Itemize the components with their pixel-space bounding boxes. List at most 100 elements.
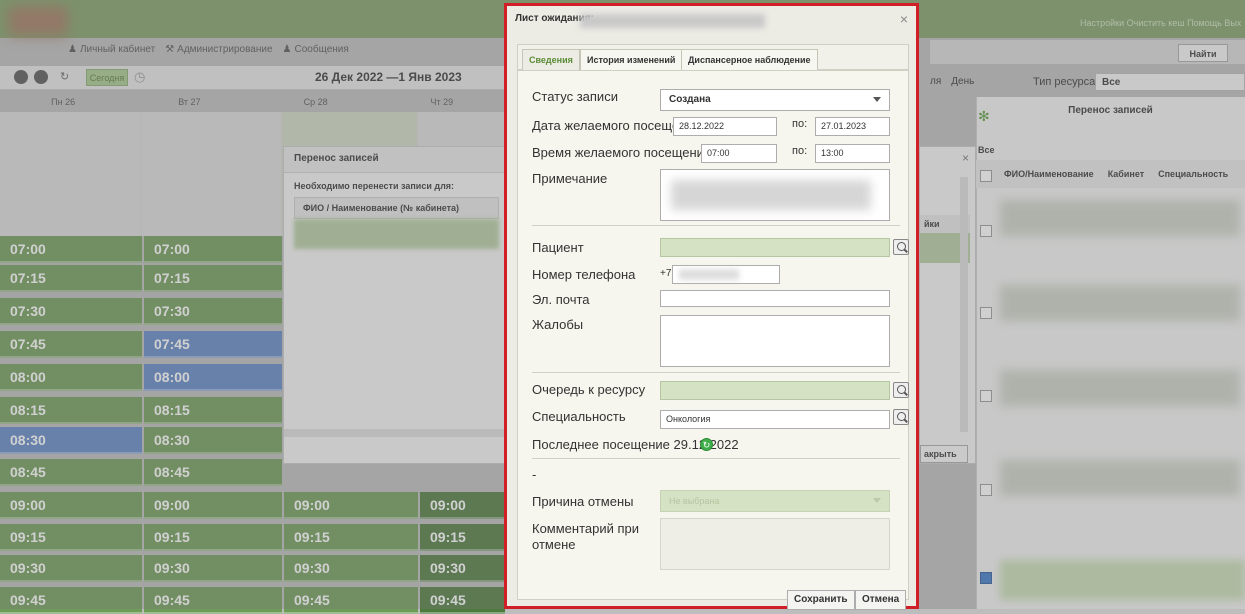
time-slot[interactable]: 09:30 [284, 555, 418, 582]
time-slot[interactable]: 09:45 [144, 587, 282, 614]
close-icon[interactable]: × [962, 151, 969, 165]
time-slot[interactable]: 08:15 [0, 397, 142, 424]
time-slot[interactable]: 07:00 [0, 236, 142, 263]
grid-col-1 [0, 112, 142, 236]
time-slot[interactable]: 08:30 [0, 427, 142, 454]
row-checkbox[interactable] [980, 390, 992, 402]
refresh-icon[interactable]: ↻ [700, 438, 713, 451]
close-icon[interactable]: × [900, 11, 908, 27]
find-button[interactable]: Найти [1178, 44, 1228, 62]
time-slot[interactable]: 08:00 [144, 364, 282, 391]
tab-history[interactable]: История изменений [580, 49, 683, 71]
search-icon[interactable] [893, 382, 909, 398]
time-slot[interactable]: 09:00 [0, 492, 142, 519]
patient-field[interactable] [660, 238, 890, 257]
time-slot[interactable]: 07:15 [144, 265, 282, 292]
complaints-label: Жалобы [532, 317, 584, 332]
time-slot[interactable]: 09:30 [144, 555, 282, 582]
time-slot[interactable]: 09:45 [0, 587, 142, 614]
time-slot[interactable]: 07:30 [144, 298, 282, 325]
date-to-input[interactable]: 27.01.2023 [815, 117, 890, 136]
refresh-icon[interactable]: ↻ [60, 70, 69, 83]
time-slot[interactable]: 08:00 [0, 364, 142, 391]
time-label: Время желаемого посещения с: [532, 145, 725, 160]
date-from-input[interactable]: 28.12.2022 [673, 117, 777, 136]
time-slot[interactable]: 08:15 [144, 397, 282, 424]
close-button[interactable]: акрыть [920, 445, 968, 463]
calendar-icon[interactable]: ◷ [134, 69, 145, 85]
dash: - [532, 467, 537, 482]
transfer-dialog-subtitle: Необходимо перенести записи для: [294, 181, 455, 191]
transfer-dialog-column-header: ФИО / Наименование (№ кабинета) [294, 197, 499, 219]
menu-admin[interactable]: ⚒ Администрирование [165, 44, 272, 55]
time-slot[interactable]: 08:45 [0, 459, 142, 486]
row-checkbox[interactable] [980, 225, 992, 237]
status-select[interactable]: Создана [660, 89, 890, 111]
view-tab-day[interactable]: День [951, 76, 974, 87]
resource-type-select[interactable]: Все [1095, 73, 1245, 91]
prev-week-button[interactable] [14, 70, 28, 84]
blurred-row [1000, 285, 1240, 321]
time-to-input[interactable]: 13:00 [815, 144, 890, 163]
vertical-scrollbar[interactable] [960, 177, 968, 432]
view-tab-week[interactable]: ля [930, 76, 941, 87]
time-slot[interactable]: 07:15 [0, 265, 142, 292]
time-slot[interactable]: 09:45 [284, 587, 418, 614]
section-divider [532, 372, 900, 373]
chevron-down-icon [873, 97, 881, 102]
time-slot[interactable]: 09:00 [144, 492, 282, 519]
cancel-button[interactable]: Отмена [855, 590, 907, 610]
next-week-button[interactable] [34, 70, 48, 84]
time-slot[interactable]: 09:30 [0, 555, 142, 582]
email-input[interactable] [660, 290, 890, 307]
save-button[interactable]: Сохранить [787, 590, 855, 610]
patient-label: Пациент [532, 240, 584, 255]
phone-input[interactable] [672, 265, 780, 284]
search-icon[interactable] [893, 239, 909, 255]
tab-details[interactable]: Сведения [522, 49, 580, 71]
time-slot[interactable]: 09:45 [420, 587, 505, 614]
time-slot[interactable]: 09:30 [420, 555, 505, 582]
time-slot[interactable]: 09:00 [284, 492, 418, 519]
date-to-label: по: [792, 118, 808, 130]
top-links[interactable]: Настройки Очистить кеш Помощь Вых [1080, 18, 1241, 28]
time-slot[interactable]: 09:15 [144, 524, 282, 551]
cancel-comment-textarea[interactable] [660, 518, 890, 570]
time-slot[interactable]: 07:45 [144, 331, 282, 358]
time-slot[interactable]: 09:15 [284, 524, 418, 551]
row-checkbox[interactable] [980, 484, 992, 496]
time-slot[interactable]: 08:30 [144, 427, 282, 454]
specialty-label: Специальность [532, 409, 626, 424]
specialty-input[interactable]: Онкология [660, 410, 890, 429]
row-checkbox[interactable] [980, 307, 992, 319]
time-slot[interactable]: 07:30 [0, 298, 142, 325]
phone-label: Номер телефона [532, 267, 636, 282]
note-textarea[interactable] [660, 169, 890, 221]
time-slot[interactable]: 09:15 [420, 524, 505, 551]
transfer-panel-title: Перенос записей [1068, 105, 1153, 116]
cancel-comment-label: Комментарий при отмене [532, 521, 640, 552]
queue-field[interactable] [660, 381, 890, 400]
tab-dispensary[interactable]: Диспансерное наблюдение [681, 49, 818, 71]
transfer-dialog-scrollbar[interactable] [284, 429, 507, 437]
all-filter-label: Все [978, 145, 995, 155]
time-from-input[interactable]: 07:00 [701, 144, 777, 163]
transfer-panel-header: ФИО/Наименование Кабинет Специальность [976, 160, 1245, 188]
time-slot[interactable]: 09:15 [0, 524, 142, 551]
transfer-dialog-row[interactable] [294, 219, 499, 249]
time-slot[interactable]: 08:45 [144, 459, 282, 486]
blurred-row [1000, 200, 1240, 236]
tab-bar: Сведения История изменений Диспансерное … [517, 44, 909, 71]
menu-cabinet-label: Личный кабинет [79, 43, 156, 55]
cancel-reason-select[interactable]: Не выбрана [660, 490, 890, 512]
menu-messages[interactable]: ♟ Сообщения [283, 44, 349, 55]
select-all-checkbox[interactable] [980, 170, 992, 182]
search-icon[interactable] [893, 409, 909, 425]
complaints-textarea[interactable] [660, 315, 890, 367]
time-slot[interactable]: 09:00 [420, 492, 505, 519]
today-button[interactable]: Сегодня [86, 69, 128, 86]
time-slot[interactable]: 07:45 [0, 331, 142, 358]
row-checkbox-checked[interactable] [980, 572, 992, 584]
time-slot[interactable]: 07:00 [144, 236, 282, 263]
menu-cabinet[interactable]: ♟ Личный кабинет [68, 44, 155, 55]
